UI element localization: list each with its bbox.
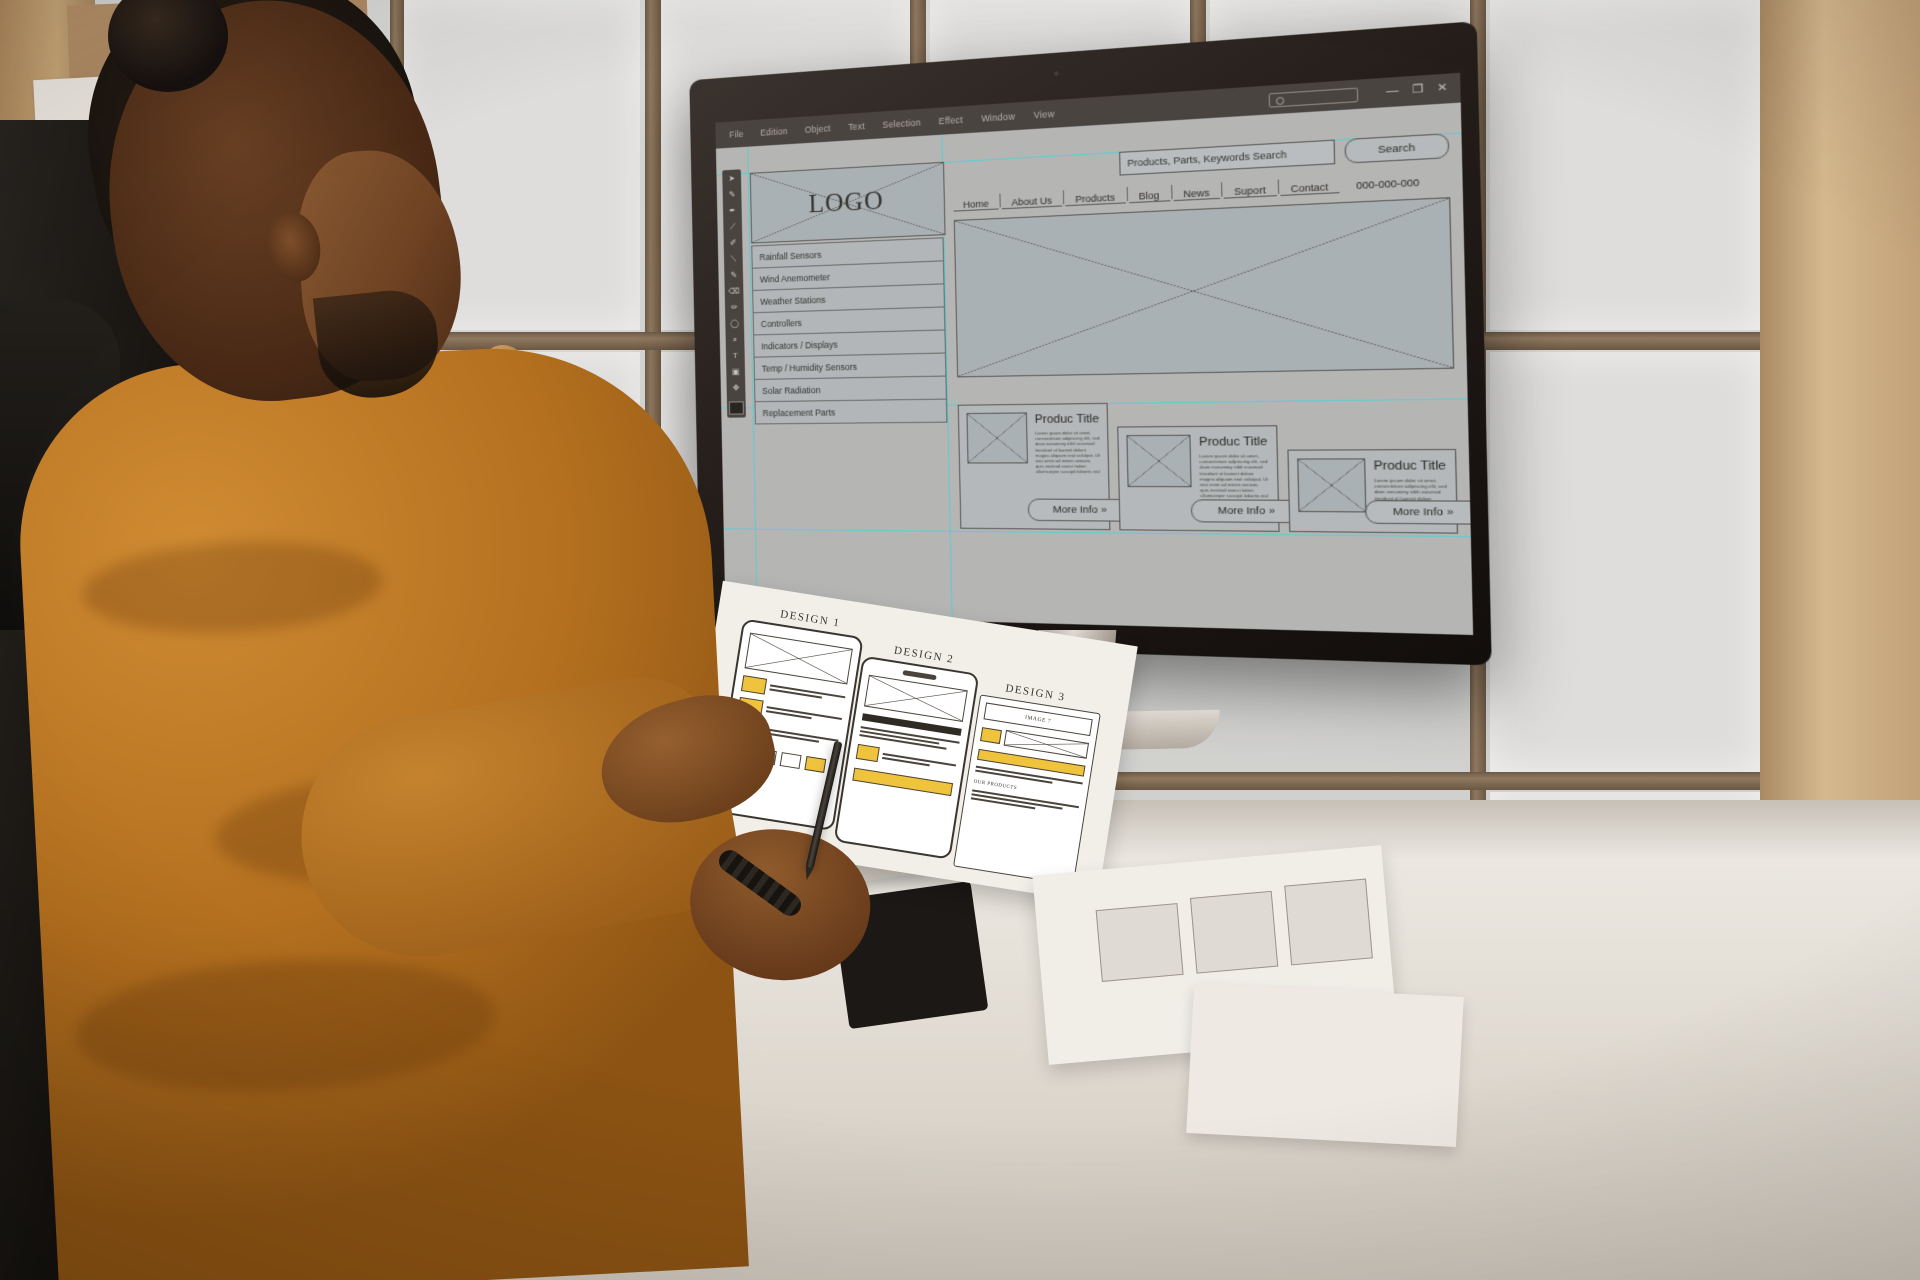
product-card[interactable]: Produc Title Lorem ipsum dolor sit amet,…: [1286, 448, 1474, 534]
more-info-label: More Info: [1392, 505, 1444, 519]
sketch-design-3: DESIGN 3 IMAGE 7 OUR PRODUCTS: [953, 679, 1101, 886]
search-input[interactable]: Products, Parts, Keywords Search: [1119, 139, 1336, 176]
brush-tool-icon[interactable]: ⟋: [726, 221, 739, 234]
direct-selection-tool-icon[interactable]: ✎: [726, 189, 739, 202]
phone-number: 000-000-000: [1355, 176, 1420, 192]
pencil-tool-icon[interactable]: ✐: [727, 237, 740, 250]
design-1-icon: [779, 752, 802, 770]
minimize-button[interactable]: —: [1386, 85, 1399, 98]
menu-item-window[interactable]: Window: [981, 111, 1015, 124]
more-info-button[interactable]: More Info »: [1364, 500, 1474, 525]
nav-link-contact[interactable]: Contact: [1279, 180, 1340, 197]
menu-item-object[interactable]: Object: [805, 123, 831, 135]
nav-divider: [1277, 179, 1279, 194]
design-2-envelope-icon: [855, 743, 880, 763]
close-button[interactable]: ✕: [1437, 82, 1448, 95]
paintbrush-tool-icon[interactable]: ✏: [728, 302, 741, 314]
eyedropper-tool-icon[interactable]: ✎: [727, 269, 740, 282]
menu-item-file[interactable]: File: [729, 129, 743, 140]
search-button[interactable]: Search: [1344, 133, 1450, 164]
design-3-envelope-icon: [980, 727, 1002, 745]
product-thumbnail: [1126, 434, 1193, 488]
hand-tool-icon[interactable]: ✥: [729, 382, 742, 394]
hero-image-placeholder: [953, 197, 1455, 378]
monitor-screen: File Edition Object Text Selection Effec…: [715, 72, 1474, 636]
line-tool-icon[interactable]: ⟍: [727, 253, 740, 266]
website-wireframe: LOGO Rainfall Sensors Wind Anemometer We…: [749, 133, 1474, 630]
photo-scene: File Edition Object Text Selection Effec…: [0, 0, 1920, 1280]
nav-divider: [1170, 184, 1173, 200]
shirt-fold: [72, 949, 499, 1102]
chevron-double-right-icon: »: [1446, 506, 1454, 519]
wireframe-main-column: Products, Parts, Keywords Search Search …: [953, 133, 1474, 534]
desk-paper-right: [1186, 983, 1464, 1147]
product-card-list: Produc Title Lorem ipsum dolor sit amet,…: [957, 399, 1474, 534]
eraser-tool-icon[interactable]: ⌫: [728, 285, 741, 298]
product-title: Produc Title: [1034, 412, 1100, 427]
more-info-button[interactable]: More Info »: [1027, 498, 1133, 522]
nav-link-blog[interactable]: Blog: [1128, 189, 1170, 204]
selection-tool-icon[interactable]: ➤: [725, 173, 738, 186]
more-info-button[interactable]: More Info »: [1191, 499, 1303, 524]
product-description: Lorem ipsum dolor sit amet, consectetuer…: [1199, 453, 1269, 499]
tool-palette[interactable]: ➤ ✎ ✒ ⟋ ✐ ⟍ ✎ ⌫ ✏ ◯ ⌕ T ▣ ✥: [722, 169, 746, 418]
more-info-label: More Info: [1052, 503, 1098, 517]
shirt-fold: [80, 534, 385, 641]
nav-link-home[interactable]: Home: [953, 197, 999, 212]
logo-placeholder: LOGO: [749, 161, 946, 244]
chevron-double-right-icon: »: [1268, 505, 1276, 518]
nav-link-news[interactable]: News: [1173, 186, 1221, 202]
type-tool-icon[interactable]: T: [729, 350, 742, 362]
paper-thumbnail: [1189, 890, 1279, 974]
more-info-label: More Info: [1217, 504, 1266, 518]
design-1-envelope-icon: [740, 675, 768, 695]
design-1-hero-box: [744, 632, 853, 685]
computer-monitor: File Edition Object Text Selection Effec…: [689, 21, 1492, 666]
window-controls: — ❐ ✕: [1386, 74, 1448, 108]
product-thumbnail: [1296, 458, 1367, 513]
nav-divider: [1126, 187, 1128, 202]
product-description: Lorem ipsum dolor sit amet, consectetuer…: [1034, 429, 1100, 475]
nav-divider: [1062, 190, 1065, 205]
menu-item-effect[interactable]: Effect: [939, 114, 963, 126]
nav-link-about-us[interactable]: About Us: [1001, 194, 1063, 210]
app-search-icon[interactable]: [1268, 87, 1359, 108]
shape-tool-icon[interactable]: ◯: [728, 318, 741, 330]
product-thumbnail: [966, 412, 1029, 464]
menu-item-selection[interactable]: Selection: [882, 117, 921, 130]
sidebar-item-replacement-parts[interactable]: Replacement Parts: [754, 399, 948, 425]
nav-divider: [1221, 182, 1223, 197]
window-pane: [1490, 0, 1760, 330]
design-canvas[interactable]: ➤ ✎ ✒ ⟋ ✐ ⟍ ✎ ⌫ ✏ ◯ ⌕ T ▣ ✥ LOGO Rainfal…: [715, 102, 1474, 636]
menu-item-text[interactable]: Text: [848, 121, 865, 132]
artboard-tool-icon[interactable]: ▣: [729, 366, 742, 378]
color-swatch[interactable]: [728, 401, 744, 415]
pen-tool-icon[interactable]: ✒: [726, 205, 739, 218]
sidebar-category-list: Rainfall Sensors Wind Anemometer Weather…: [751, 237, 948, 425]
chevron-double-right-icon: »: [1100, 504, 1107, 517]
menu-item-edition[interactable]: Edition: [760, 126, 787, 138]
sidebar-item-solar-radiation[interactable]: Solar Radiation: [754, 376, 947, 403]
nav-link-suport[interactable]: Suport: [1223, 184, 1277, 199]
product-card[interactable]: Produc Title Lorem ipsum dolor sit amet,…: [1117, 425, 1303, 532]
window-pane: [1490, 352, 1760, 772]
paper-thumbnail: [1284, 878, 1373, 966]
design-2-speaker: [902, 670, 937, 681]
paper-thumbnail: [1095, 903, 1184, 982]
nav-divider: [999, 193, 1001, 208]
design-1-icon-highlight: [804, 755, 827, 773]
nav-link-products[interactable]: Products: [1065, 191, 1126, 207]
product-title: Produc Title: [1373, 459, 1447, 473]
logo-text: LOGO: [808, 186, 884, 219]
product-title: Produc Title: [1199, 435, 1268, 449]
restore-button[interactable]: ❐: [1412, 83, 1424, 96]
sidebar-item-temp-humidity-sensors[interactable]: Temp / Humidity Sensors: [753, 353, 947, 380]
menu-item-view[interactable]: View: [1034, 108, 1055, 120]
product-card[interactable]: Produc Title Lorem ipsum dolor sit amet,…: [957, 402, 1133, 531]
zoom-tool-icon[interactable]: ⌕: [729, 334, 742, 346]
design-3-frame: IMAGE 7 OUR PRODUCTS: [953, 694, 1101, 886]
